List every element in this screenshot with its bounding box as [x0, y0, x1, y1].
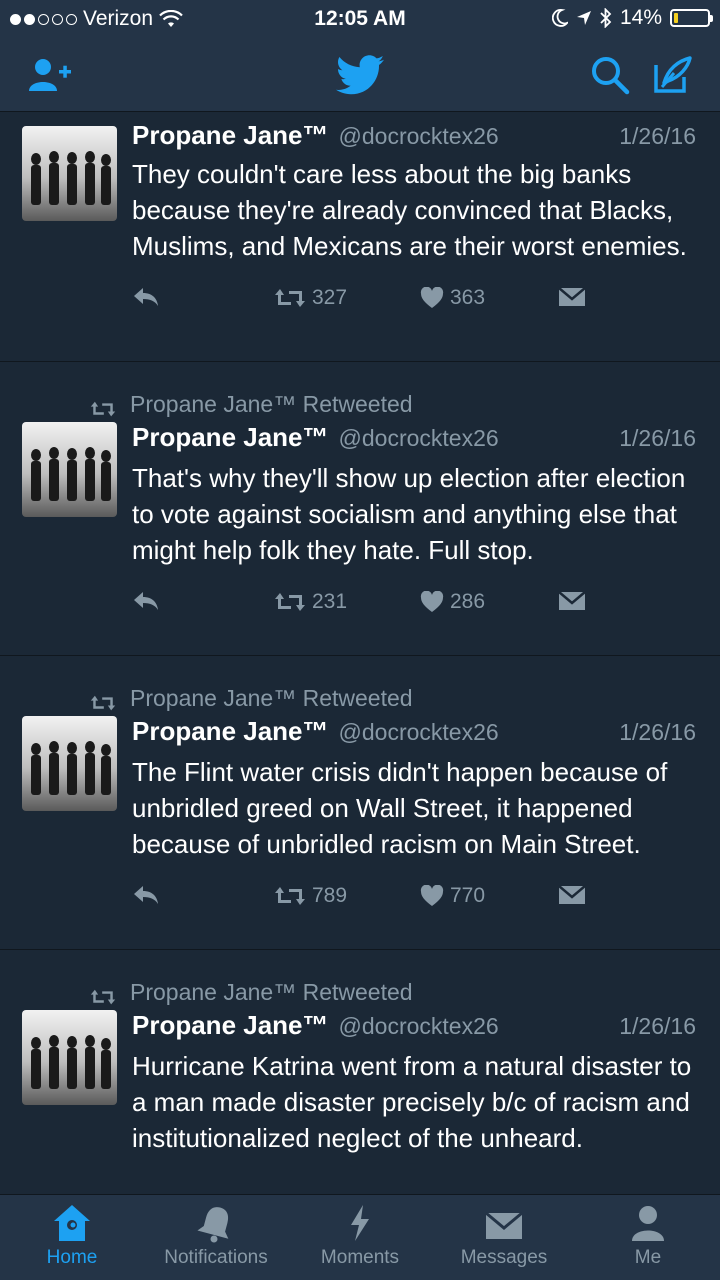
battery-icon — [670, 9, 713, 27]
retweet-button[interactable]: 789 — [274, 884, 347, 908]
tweet-text: Hurricane Katrina went from a natural di… — [132, 1051, 692, 1153]
reply-button[interactable] — [132, 286, 160, 308]
tab-label: Me — [634, 1247, 662, 1268]
tweet-actions: 327 363 — [132, 264, 696, 334]
avatar[interactable] — [22, 126, 117, 221]
tab-label: Moments — [320, 1247, 400, 1268]
compose-button[interactable] — [648, 50, 698, 100]
bottom-tab-bar: Home Notifications Moments Messages Me — [0, 1194, 720, 1280]
tweet-author-name[interactable]: Propane Jane™ — [132, 120, 329, 151]
tweet-author-name[interactable]: Propane Jane™ — [132, 716, 329, 747]
avatar[interactable] — [22, 716, 117, 811]
heart-icon — [420, 287, 444, 308]
retweeted-by-label[interactable]: Propane Jane™ Retweeted — [130, 391, 413, 418]
like-count: 770 — [450, 884, 486, 907]
retweeted-by-line: Propane Jane™ Retweeted — [0, 950, 720, 1010]
like-button[interactable]: 286 — [420, 590, 485, 614]
battery-percent: 14% — [619, 6, 662, 29]
twitter-logo[interactable] — [335, 50, 385, 100]
lightning-icon — [351, 1205, 369, 1241]
search-button[interactable] — [585, 50, 635, 100]
retweet-icon — [275, 593, 305, 611]
retweet-icon — [275, 887, 305, 905]
tweet-date: 1/26/16 — [619, 719, 696, 745]
retweet-icon — [90, 989, 116, 1005]
avatar[interactable] — [22, 422, 117, 517]
heart-icon — [420, 885, 444, 906]
bluetooth-icon — [600, 8, 612, 28]
like-button[interactable]: 363 — [420, 286, 485, 310]
like-button[interactable]: 770 — [420, 884, 485, 908]
tab-notifications[interactable]: Notifications — [144, 1195, 288, 1280]
add-user-button[interactable] — [26, 50, 76, 100]
tweet[interactable]: Propane Jane™ Retweeted Propane Jane™ @d… — [0, 656, 720, 950]
like-count: 286 — [450, 590, 486, 613]
retweet-count: 327 — [312, 286, 348, 309]
status-right: 14% — [551, 6, 713, 30]
envelope-icon — [558, 287, 586, 306]
tab-home[interactable]: Home — [0, 1195, 144, 1280]
retweeted-by-label[interactable]: Propane Jane™ Retweeted — [130, 685, 413, 712]
bell-icon — [197, 1207, 229, 1243]
retweeted-by-label[interactable]: Propane Jane™ Retweeted — [130, 979, 413, 1006]
reply-button[interactable] — [132, 590, 160, 612]
tab-label: Notifications — [164, 1247, 268, 1268]
tweet-author-handle: @docrocktex26 — [338, 425, 499, 451]
reply-icon — [134, 592, 158, 610]
retweet-count: 789 — [312, 884, 348, 907]
reply-button[interactable] — [132, 884, 160, 906]
tweet-author-handle: @docrocktex26 — [338, 719, 499, 745]
tab-messages[interactable]: Messages — [432, 1195, 576, 1280]
tweet-author-name[interactable]: Propane Jane™ — [132, 422, 329, 453]
timeline-feed[interactable]: Propane Jane™ @docrocktex26 1/26/16 They… — [0, 112, 720, 1194]
tweet-date: 1/26/16 — [619, 425, 696, 451]
avatar[interactable] — [22, 1010, 117, 1105]
retweet-button[interactable]: 327 — [274, 286, 347, 310]
direct-message-button[interactable] — [558, 286, 586, 308]
tweet-text: They couldn't care less about the big ba… — [132, 159, 687, 261]
retweet-button[interactable]: 231 — [274, 590, 347, 614]
tweet-author-name[interactable]: Propane Jane™ — [132, 1010, 329, 1041]
retweet-icon — [90, 401, 116, 417]
tab-label: Home — [46, 1247, 98, 1268]
tweet-author-handle: @docrocktex26 — [338, 1013, 499, 1039]
person-icon — [632, 1206, 664, 1241]
tweet[interactable]: Propane Jane™ Retweeted Propane Jane™ @d… — [0, 950, 720, 1194]
tweet-date: 1/26/16 — [619, 123, 696, 149]
direct-message-button[interactable] — [558, 884, 586, 906]
retweet-icon — [90, 695, 116, 711]
envelope-icon — [558, 591, 586, 610]
status-bar: Verizon 12:05 AM 14% — [0, 0, 720, 36]
moon-icon — [551, 9, 568, 27]
location-arrow-icon — [576, 11, 591, 25]
twitter-bird-icon — [336, 55, 384, 95]
reply-icon — [134, 886, 158, 904]
compose-icon — [654, 56, 692, 93]
retweeted-by-line: Propane Jane™ Retweeted — [0, 362, 720, 422]
tweet-date: 1/26/16 — [619, 1013, 696, 1039]
heart-icon — [420, 591, 444, 612]
tweet-text: That's why they'll show up election afte… — [132, 463, 686, 565]
reply-icon — [134, 288, 158, 306]
add-user-icon — [29, 59, 71, 91]
home-icon — [54, 1205, 90, 1241]
tweet-author-handle: @docrocktex26 — [338, 123, 499, 149]
retweeted-by-line: Propane Jane™ Retweeted — [0, 656, 720, 716]
tweet-text: The Flint water crisis didn't happen bec… — [132, 757, 668, 859]
tweet[interactable]: Propane Jane™ Retweeted Propane Jane™ @d… — [0, 362, 720, 656]
like-count: 363 — [450, 286, 486, 309]
envelope-icon — [558, 885, 586, 904]
top-nav-bar — [0, 36, 720, 112]
tweet-actions: 789 770 — [132, 862, 696, 932]
retweet-count: 231 — [312, 590, 348, 613]
tab-moments[interactable]: Moments — [288, 1195, 432, 1280]
envelope-icon — [485, 1211, 523, 1239]
tweet-actions: 231 286 — [132, 568, 696, 638]
tab-me[interactable]: Me — [576, 1195, 720, 1280]
tweet[interactable]: Propane Jane™ @docrocktex26 1/26/16 They… — [0, 112, 720, 362]
tab-label: Messages — [460, 1247, 548, 1268]
direct-message-button[interactable] — [558, 590, 586, 612]
retweet-icon — [275, 289, 305, 307]
search-icon — [592, 57, 630, 95]
